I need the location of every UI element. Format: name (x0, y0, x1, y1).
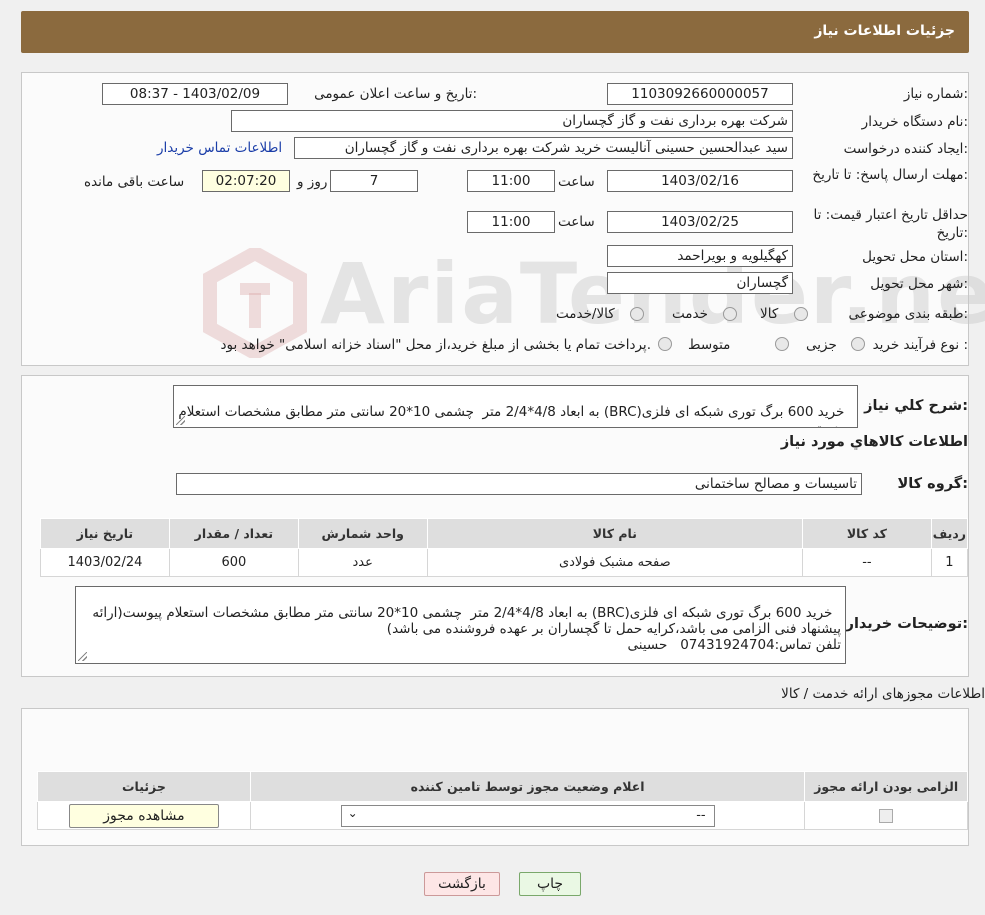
buyer-notes-textarea[interactable]: خرید 600 برگ توری شبکه ای فلزی(BRC) به ا… (75, 586, 846, 664)
buyer-org-field: شرکت بهره برداری نفت و گاز گچساران (231, 110, 793, 132)
cell-need-date: 1403/02/24 (40, 548, 170, 577)
buyer-org-label: نام دستگاه خریدار: (861, 114, 968, 130)
description-label: شرح كلي نياز: (864, 398, 968, 414)
col-goods-code: کد کالا (802, 518, 932, 549)
validity-time-field: 11:00 (467, 211, 555, 233)
reply-time-field: 11:00 (467, 170, 555, 192)
col-permit-required: الزامی بودن ارائه مجوز (804, 771, 968, 802)
col-permit-details: جزئیات (37, 771, 251, 802)
view-permit-button[interactable]: مشاهده مجوز (68, 803, 219, 828)
col-need-date: تاریخ نیاز (40, 518, 170, 549)
validity-date-field: 1403/02/25 (607, 211, 793, 233)
buyer-notes-label: توضیحات خریدار: (845, 616, 968, 632)
goods-group-label: گروه کالا: (897, 476, 968, 492)
chevron-down-icon: ⌄ (347, 805, 358, 820)
col-permit-status: اعلام وضعیت مجوز توسط تامین کننده (249, 771, 806, 802)
remaining-time-field: 02:07:20 (202, 170, 290, 192)
announce-date-field: 1403/02/09 - 08:37 (102, 83, 288, 105)
permit-status-value: -- (696, 807, 706, 823)
process-note: پرداخت تمام یا بخشی از مبلغ خرید،از محل … (220, 337, 651, 353)
city-label: شهر محل تحویل: (870, 276, 968, 292)
print-button[interactable]: چاپ (519, 872, 581, 896)
process-medium-label: متوسط (688, 337, 731, 353)
col-row-number: ردیف (930, 518, 969, 549)
remaining-time-label: ساعت باقی مانده (84, 174, 185, 190)
need-number-field: 1103092660000057 (607, 83, 793, 105)
permit-required-checkbox[interactable] (879, 808, 894, 823)
price-validity-label: حداقل تاریخ اعتبار قیمت: تا تاریخ: (813, 207, 968, 241)
buyer-notes-text: خرید 600 برگ توری شبکه ای فلزی(BRC) به ا… (92, 605, 841, 653)
resize-grip-icon[interactable] (78, 652, 87, 661)
table-row: -- ⌄ مشاهده مجوز (37, 801, 968, 830)
need-number-label: شماره نیاز: (903, 86, 968, 102)
process-medium-radio[interactable] (775, 337, 789, 351)
permits-table: الزامی بودن ارائه مجوز اعلام وضعیت مجوز … (37, 771, 968, 830)
permits-table-wrapper: الزامی بودن ارائه مجوز اعلام وضعیت مجوز … (37, 771, 968, 830)
description-text: خرید 600 برگ توری شبکه ای فلزی(BRC) به ا… (174, 404, 853, 428)
reply-time-label: ساعت (558, 174, 595, 190)
cell-row-number: 1 (930, 548, 969, 577)
resize-grip-icon[interactable] (176, 416, 185, 425)
category-goods-service-radio[interactable] (630, 307, 644, 321)
process-minor-radio[interactable] (851, 337, 865, 351)
treasury-checkbox[interactable] (658, 337, 672, 351)
goods-table-header: ردیف کد کالا نام کالا واحد شمارش تعداد /… (40, 518, 969, 549)
process-minor-label: جزیی (806, 337, 837, 353)
col-goods-name: نام کالا (426, 518, 804, 549)
goods-table-wrapper: ردیف کد کالا نام کالا واحد شمارش تعداد /… (40, 518, 969, 577)
creator-label: ایجاد کننده درخواست: (843, 141, 968, 157)
reply-deadline-label: مهلت ارسال پاسخ: تا تاریخ: (812, 167, 968, 183)
cell-permit-status: -- ⌄ (249, 801, 806, 830)
category-service-radio[interactable] (723, 307, 737, 321)
permits-table-header: الزامی بودن ارائه مجوز اعلام وضعیت مجوز … (37, 771, 968, 802)
buyer-contact-link[interactable]: اطلاعات تماس خریدار (157, 140, 282, 156)
goods-group-field: تاسیسات و مصالح ساختمانی (176, 473, 862, 495)
permits-section-title: اطلاعات مجوزهای ارائه خدمت / کالا (781, 686, 985, 702)
page-title: جزئیات اطلاعات نیاز (814, 23, 955, 39)
category-goods-service-label: کالا/خدمت (556, 306, 615, 322)
process-type-label: نوع فرآیند خرید : (872, 337, 968, 353)
creator-field: سید عبدالحسین حسینی آنالیست خرید شرکت به… (294, 137, 793, 159)
cell-unit: عدد (297, 548, 428, 577)
col-quantity: تعداد / مقدار (168, 518, 299, 549)
cell-quantity: 600 (168, 548, 299, 577)
cell-goods-name: صفحه مشبک فولادی (426, 548, 804, 577)
col-unit: واحد شمارش (297, 518, 428, 549)
page-header: جزئیات اطلاعات نیاز (21, 11, 969, 53)
category-goods-radio[interactable] (794, 307, 808, 321)
goods-section-title: اطلاعات كالاهاي مورد نياز (780, 434, 968, 450)
back-button[interactable]: بازگشت (424, 872, 500, 896)
province-label: استان محل تحویل: (862, 249, 968, 265)
cell-permit-details: مشاهده مجوز (37, 801, 251, 830)
announce-date-label: تاریخ و ساعت اعلان عمومی: (314, 86, 477, 102)
permit-status-select[interactable]: -- ⌄ (340, 804, 715, 827)
days-left-field: 7 (330, 170, 418, 192)
table-row: 1 -- صفحه مشبک فولادی عدد 600 1403/02/24 (40, 548, 969, 577)
city-field: گچساران (607, 272, 793, 294)
category-label: طبقه بندی موضوعی: (848, 306, 968, 322)
description-textarea[interactable]: خرید 600 برگ توری شبکه ای فلزی(BRC) به ا… (173, 385, 858, 428)
reply-date-field: 1403/02/16 (607, 170, 793, 192)
goods-table: ردیف کد کالا نام کالا واحد شمارش تعداد /… (40, 518, 969, 577)
validity-time-label: ساعت (558, 214, 595, 230)
province-field: کهگیلویه و بویراحمد (607, 245, 793, 267)
category-service-label: خدمت (672, 306, 708, 322)
days-label: روز و (297, 174, 328, 190)
cell-goods-code: -- (802, 548, 932, 577)
category-goods-label: کالا (760, 306, 779, 322)
cell-permit-required (804, 801, 968, 830)
